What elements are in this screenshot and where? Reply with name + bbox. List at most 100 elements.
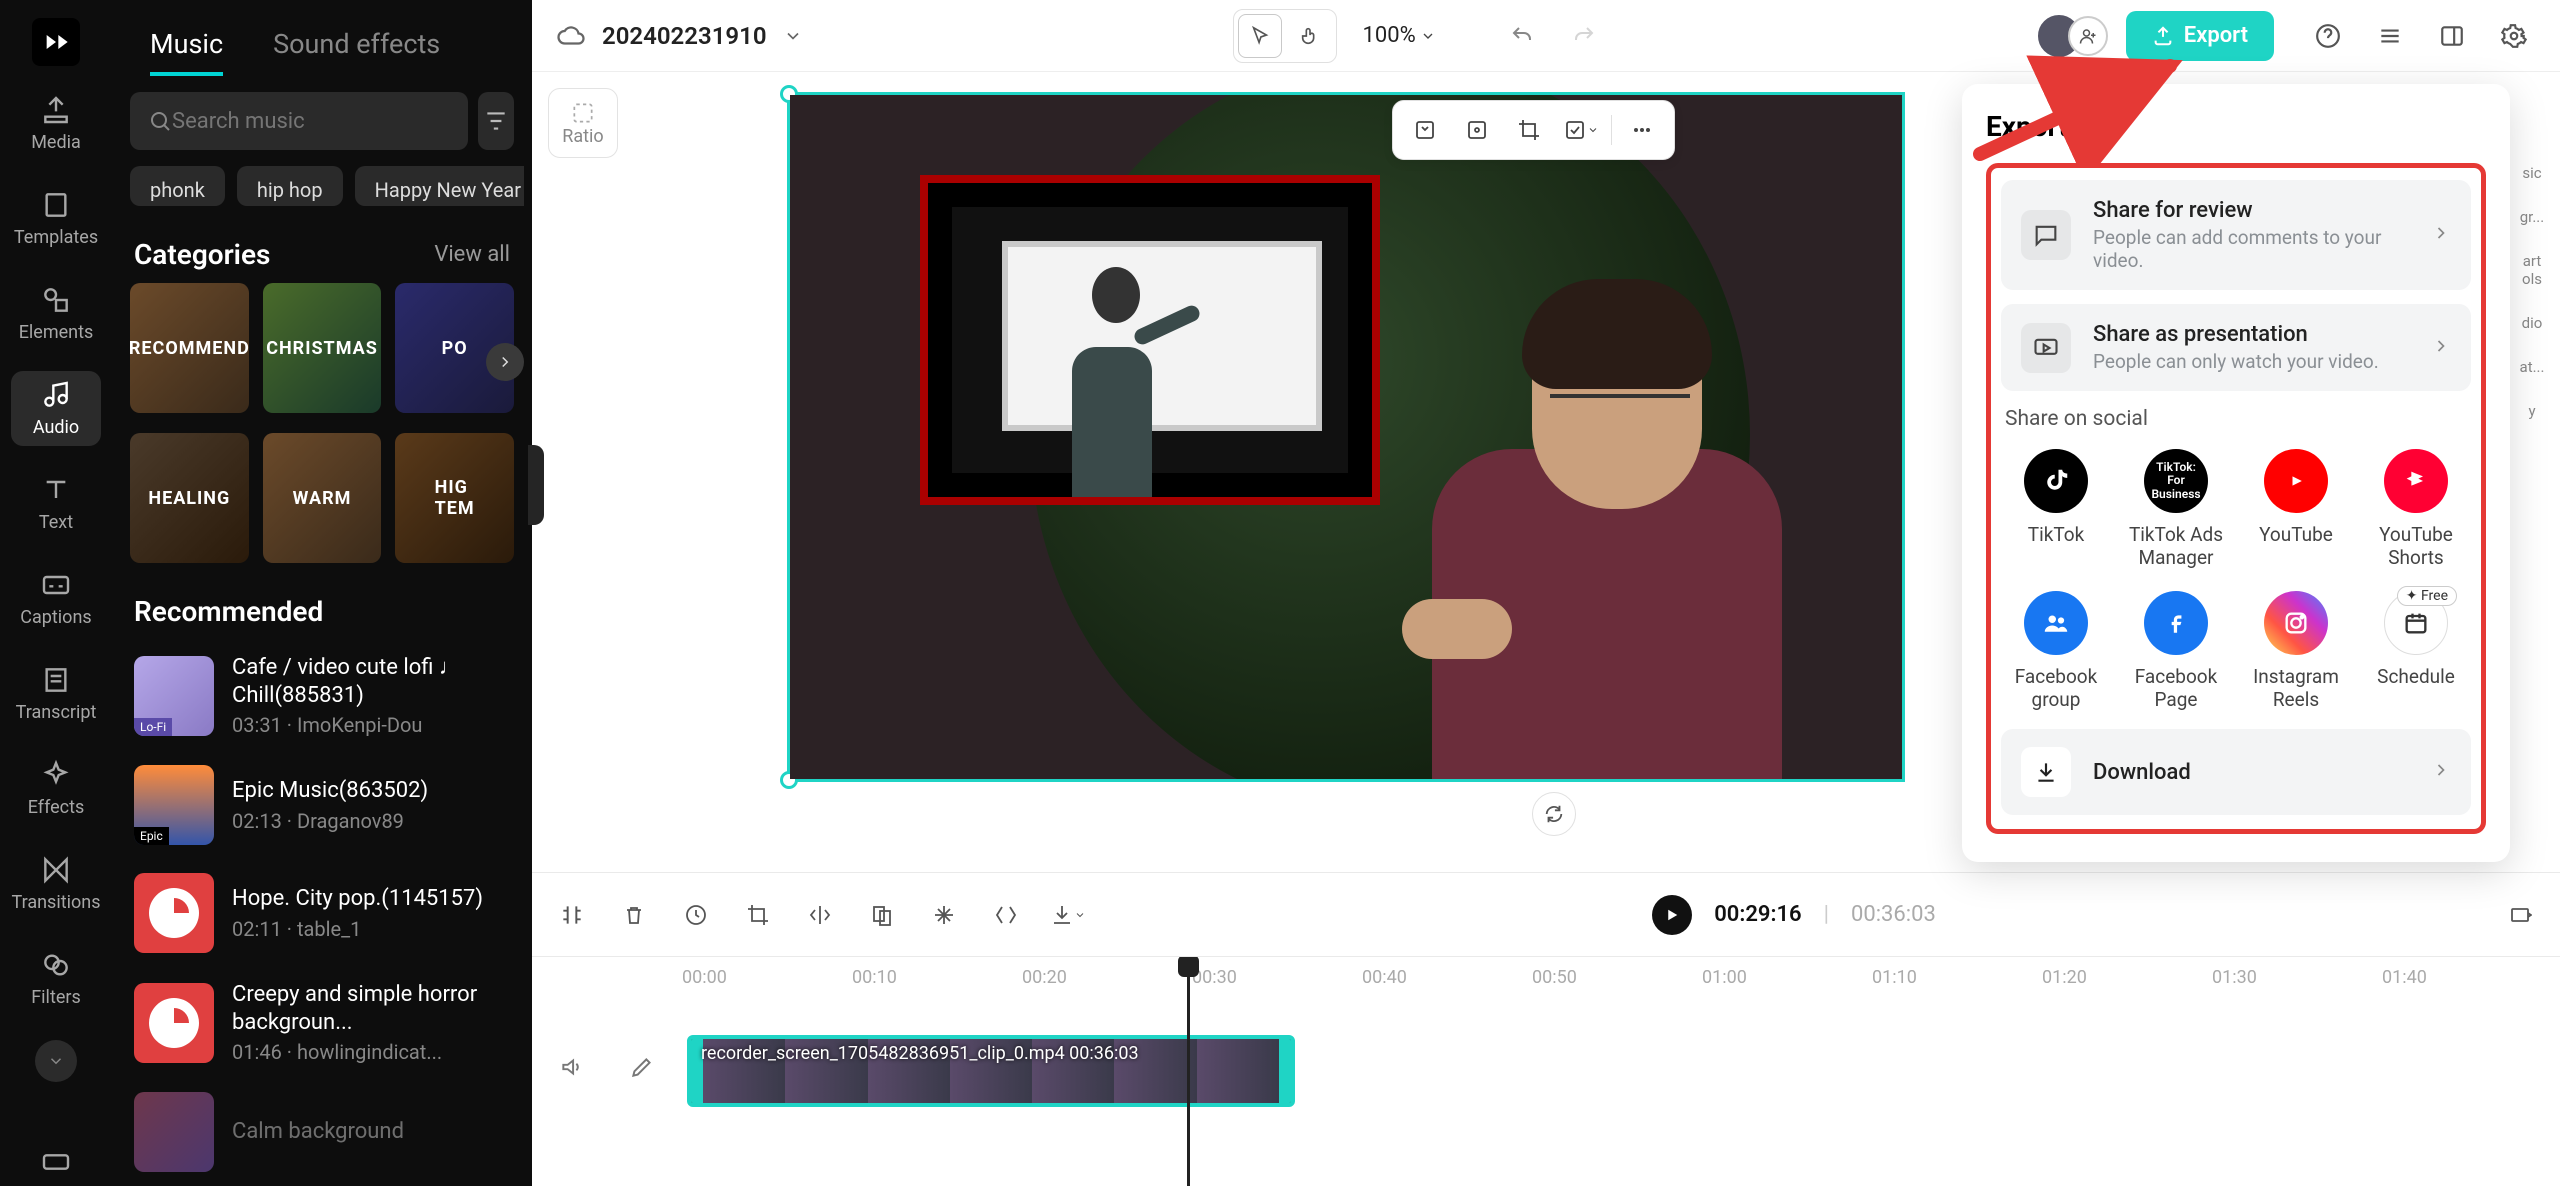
category-card[interactable]: WARM bbox=[263, 433, 382, 563]
enhance-button[interactable] bbox=[1403, 108, 1447, 152]
chip-phonk[interactable]: phonk bbox=[130, 166, 225, 206]
add-collaborator[interactable] bbox=[2068, 16, 2108, 56]
nav-transitions[interactable]: Transitions bbox=[11, 846, 101, 921]
ruler-tick: 00:40 bbox=[1362, 967, 1407, 988]
timeline-ruler: 00:0000:1000:2000:3000:4000:5001:0001:10… bbox=[662, 967, 2560, 995]
category-card[interactable]: HIG TEM bbox=[395, 433, 514, 563]
search-input[interactable] bbox=[172, 109, 450, 134]
download-clip-button[interactable] bbox=[1048, 895, 1088, 935]
social-youtube[interactable]: YouTube bbox=[2241, 449, 2351, 569]
categories-title: Categories bbox=[134, 238, 270, 271]
settings-button[interactable] bbox=[2492, 14, 2536, 58]
filter-button[interactable] bbox=[478, 92, 514, 150]
playhead[interactable] bbox=[1187, 957, 1190, 1186]
timeline[interactable]: 00:0000:1000:2000:3000:4000:5001:0001:10… bbox=[532, 956, 2560, 1186]
track-item[interactable]: Hope. City pop.(1145157)02:11 · table_1 bbox=[130, 859, 514, 967]
track-item[interactable]: Creepy and simple horror backgroun...01:… bbox=[130, 967, 514, 1078]
rail-item[interactable]: art ols bbox=[2512, 252, 2552, 288]
nav-label: Media bbox=[31, 132, 81, 153]
nav-effects[interactable]: Effects bbox=[11, 751, 101, 826]
nav-filters[interactable]: Filters bbox=[11, 941, 101, 1016]
search-box[interactable] bbox=[130, 92, 468, 150]
nav-audio[interactable]: Audio bbox=[11, 371, 101, 446]
tab-music[interactable]: Music bbox=[150, 28, 223, 76]
retime-button[interactable] bbox=[676, 895, 716, 935]
rail-item[interactable]: gr... bbox=[2512, 208, 2552, 226]
duplicate-button[interactable] bbox=[862, 895, 902, 935]
social-tiktok[interactable]: TikTok bbox=[2001, 449, 2111, 569]
project-name[interactable]: 202402231910 bbox=[602, 22, 767, 50]
track-item[interactable]: Epic Epic Music(863502)02:13 · Draganov8… bbox=[130, 751, 514, 859]
category-card[interactable]: HEALING bbox=[130, 433, 249, 563]
export-button[interactable]: Export bbox=[2126, 11, 2274, 61]
social-tiktok-ads[interactable]: TikTok:For BusinessTikTok Ads Manager bbox=[2121, 449, 2231, 569]
youtube-icon bbox=[2264, 449, 2328, 513]
replace-button[interactable] bbox=[1559, 108, 1603, 152]
chevron-down-icon[interactable] bbox=[783, 26, 803, 46]
zoom-level[interactable]: 100% bbox=[1355, 23, 1444, 48]
help-button[interactable] bbox=[2306, 14, 2350, 58]
rail-item[interactable]: at... bbox=[2512, 358, 2552, 376]
panel-collapse-handle[interactable] bbox=[528, 445, 544, 525]
chip-hiphop[interactable]: hip hop bbox=[237, 166, 343, 206]
nav-elements[interactable]: Elements bbox=[11, 276, 101, 351]
social-youtube-shorts[interactable]: YouTube Shorts bbox=[2361, 449, 2471, 569]
undo-button[interactable] bbox=[1500, 14, 1544, 58]
redo-button[interactable] bbox=[1562, 14, 1606, 58]
panels-button[interactable] bbox=[2430, 14, 2474, 58]
track-badge: Lo-Fi bbox=[134, 718, 172, 736]
track-item[interactable]: Calm background bbox=[130, 1078, 514, 1186]
social-facebook-page[interactable]: Facebook Page bbox=[2121, 591, 2231, 711]
category-card[interactable]: RECOMMEND bbox=[130, 283, 249, 413]
nav-more[interactable] bbox=[35, 1040, 77, 1082]
split-button[interactable] bbox=[552, 895, 592, 935]
track-title: Epic Music(863502) bbox=[232, 777, 428, 805]
nav-media[interactable]: Media bbox=[11, 86, 101, 161]
ruler-tick: 00:10 bbox=[852, 967, 897, 988]
category-card[interactable]: CHRISTMAS bbox=[263, 283, 382, 413]
rail-item[interactable]: y bbox=[2512, 402, 2552, 420]
crop-button[interactable] bbox=[1507, 108, 1551, 152]
refresh-preview[interactable] bbox=[1532, 792, 1576, 836]
categories-view-all[interactable]: View all bbox=[434, 242, 510, 267]
crop-timeline-button[interactable] bbox=[738, 895, 778, 935]
app-logo[interactable] bbox=[32, 18, 80, 66]
presentation-icon bbox=[2021, 323, 2071, 373]
rail-item[interactable]: sic bbox=[2512, 164, 2552, 182]
select-tool[interactable] bbox=[1238, 14, 1282, 58]
categories-scroll-right[interactable] bbox=[486, 343, 524, 381]
layers-button[interactable] bbox=[2368, 14, 2412, 58]
cursor-mode-group bbox=[1233, 9, 1337, 63]
tab-sound-effects[interactable]: Sound effects bbox=[273, 28, 440, 76]
reverse-button[interactable] bbox=[986, 895, 1026, 935]
ratio-button[interactable]: Ratio bbox=[548, 88, 618, 158]
delete-button[interactable] bbox=[614, 895, 654, 935]
play-button[interactable] bbox=[1652, 895, 1692, 935]
share-for-review[interactable]: Share for reviewPeople can add comments … bbox=[2001, 180, 2471, 290]
social-schedule[interactable]: ✦ FreeSchedule bbox=[2361, 591, 2471, 711]
nav-keyboard[interactable] bbox=[11, 1138, 101, 1186]
nav-transcript[interactable]: Transcript bbox=[11, 656, 101, 731]
track-edit-icon[interactable] bbox=[622, 1047, 662, 1087]
download-option[interactable]: Download bbox=[2001, 729, 2471, 815]
rail-item[interactable]: dio bbox=[2512, 314, 2552, 332]
collaborators[interactable] bbox=[2036, 13, 2108, 59]
track-audio-icon[interactable] bbox=[552, 1047, 592, 1087]
more-button[interactable] bbox=[1620, 108, 1664, 152]
freeze-button[interactable] bbox=[924, 895, 964, 935]
chip-hny[interactable]: Happy New Year bbox=[355, 166, 524, 206]
hand-tool[interactable] bbox=[1288, 14, 1332, 58]
video-preview[interactable] bbox=[787, 92, 1905, 782]
mirror-button[interactable] bbox=[800, 895, 840, 935]
share-as-presentation[interactable]: Share as presentationPeople can only wat… bbox=[2001, 304, 2471, 391]
cutout-button[interactable] bbox=[1455, 108, 1499, 152]
social-facebook-group[interactable]: Facebook group bbox=[2001, 591, 2111, 711]
nav-templates[interactable]: Templates bbox=[11, 181, 101, 256]
nav-text[interactable]: Text bbox=[11, 466, 101, 541]
track-item[interactable]: Lo-Fi Cafe / video cute lofi ♩ Chill(885… bbox=[130, 640, 514, 751]
fullscreen-button[interactable] bbox=[2500, 895, 2540, 935]
video-clip[interactable]: recorder_screen_1705482836951_clip_0.mp4… bbox=[687, 1035, 1295, 1107]
social-instagram-reels[interactable]: Instagram Reels bbox=[2241, 591, 2351, 711]
nav-captions[interactable]: Captions bbox=[11, 561, 101, 636]
clip-handle-right[interactable] bbox=[1279, 1039, 1291, 1103]
